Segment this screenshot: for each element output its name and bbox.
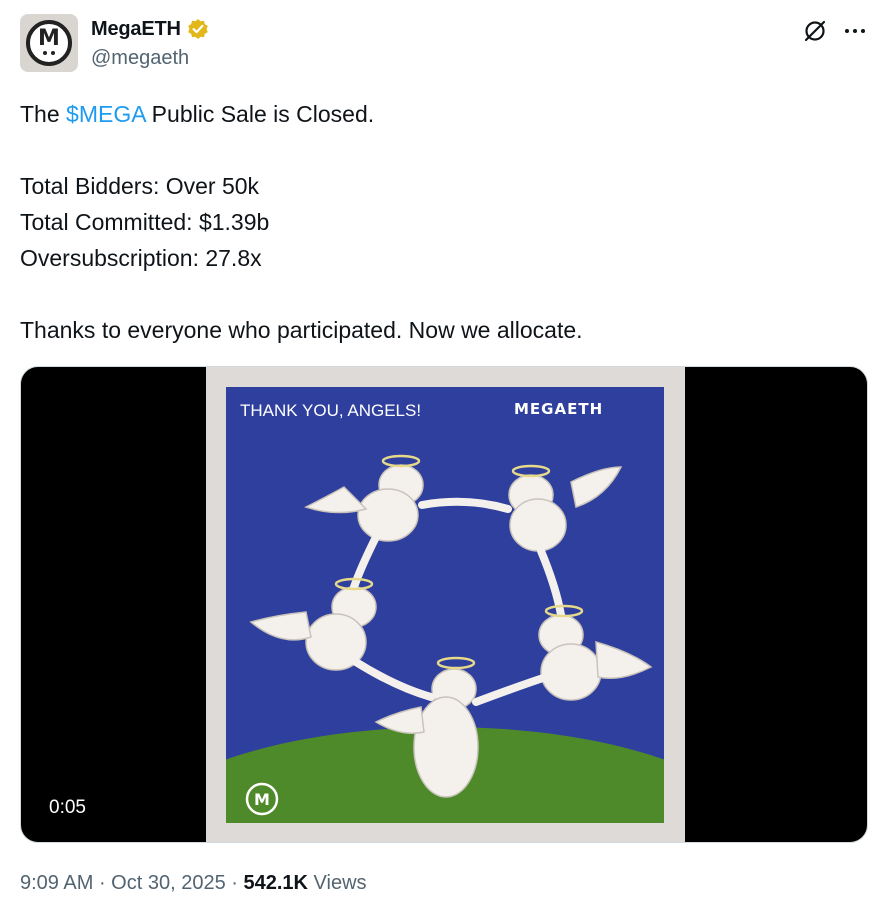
avatar-dots: [42, 51, 56, 56]
video-poster: THANK YOU, ANGELS! MEGAETH M: [206, 367, 685, 842]
cashtag-link[interactable]: $MEGA: [66, 101, 145, 127]
stat-line: Total Committed: $1.39b: [20, 209, 270, 235]
verified-badge-icon: [187, 19, 208, 39]
display-name[interactable]: MegaETH: [91, 18, 181, 41]
more-options-icon[interactable]: [842, 18, 868, 44]
poster-brand: MEGAETH: [514, 400, 603, 418]
headline-suffix: Public Sale is Closed.: [145, 101, 375, 127]
post-time[interactable]: 9:09 AM: [20, 872, 93, 894]
headline-prefix: The: [20, 101, 67, 127]
avatar-letter: M: [38, 26, 60, 51]
tweet-header: M MegaETH @megaeth: [20, 14, 870, 74]
avatar[interactable]: M: [20, 14, 78, 72]
meta-separator: ·: [93, 872, 112, 894]
meta-separator: ·: [225, 872, 244, 894]
poster-title: THANK YOU, ANGELS!: [240, 401, 421, 420]
post-date[interactable]: Oct 30, 2025: [111, 872, 226, 894]
grok-icon[interactable]: [802, 18, 828, 44]
stat-line: Total Bidders: Over 50k: [20, 173, 260, 199]
video-duration-badge: 0:05: [41, 794, 94, 822]
avatar-logo: M: [26, 20, 72, 66]
tweet-text: The $MEGA Public Sale is Closed. Total B…: [20, 96, 860, 348]
views-count: 542.1K: [243, 872, 308, 894]
stat-line: Oversubscription: 27.8x: [20, 245, 262, 271]
views-label: Views: [307, 872, 367, 894]
video-thumbnail-image: THANK YOU, ANGELS! MEGAETH M: [226, 387, 664, 823]
name-row: MegaETH: [91, 16, 209, 42]
video-player[interactable]: THANK YOU, ANGELS! MEGAETH M 0:05: [20, 366, 868, 843]
poster-logo-letter: M: [254, 790, 270, 809]
tweet-headline: The $MEGA Public Sale is Closed.: [20, 96, 860, 132]
account-handle[interactable]: @megaeth: [91, 47, 189, 70]
tweet-meta: 9:09 AM · Oct 30, 2025 · 542.1K Views: [20, 872, 367, 895]
tweet-closing: Thanks to everyone who participated. Now…: [20, 317, 583, 343]
